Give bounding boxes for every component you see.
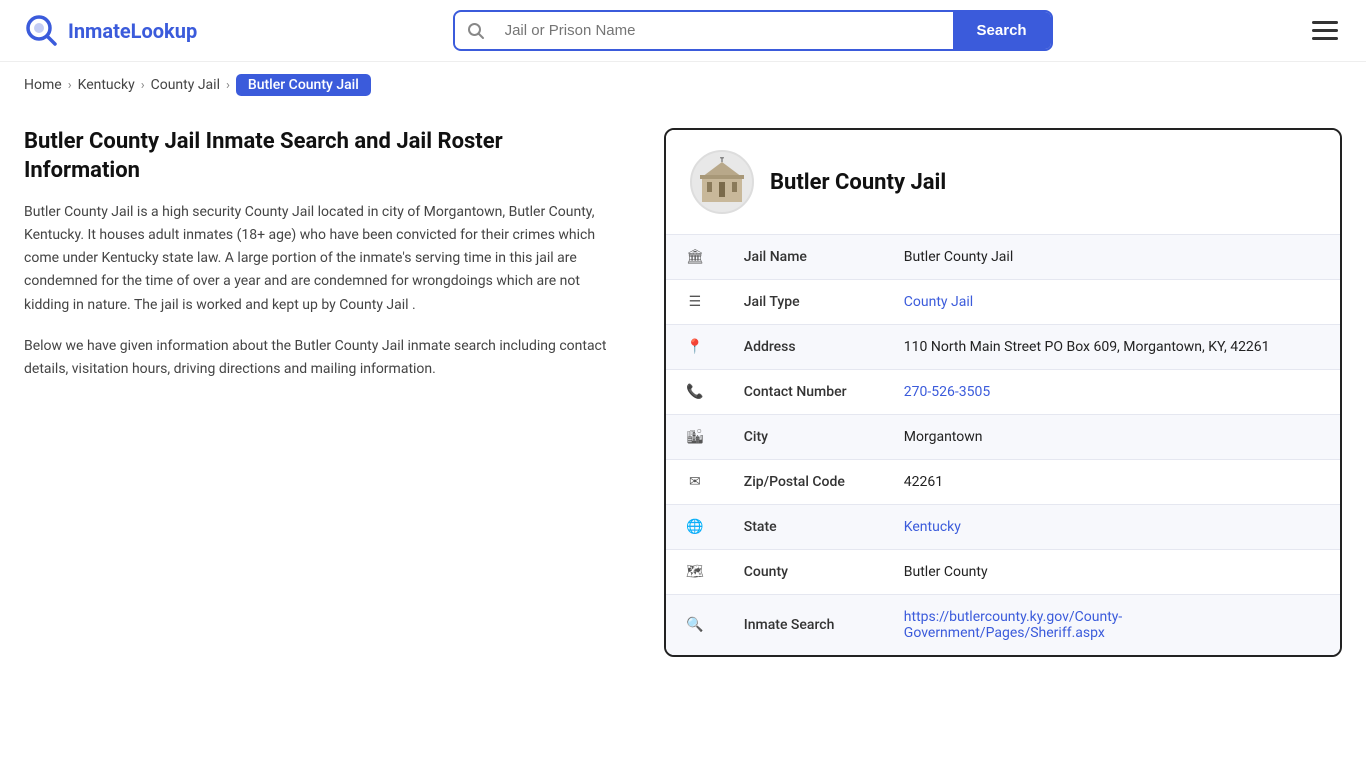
chevron-icon-3: ›: [226, 78, 230, 93]
row-value: 42261: [884, 460, 1340, 505]
row-value: County Jail: [884, 280, 1340, 325]
main-content: Butler County Jail Inmate Search and Jai…: [0, 108, 1366, 697]
table-row: 🔍Inmate Searchhttps://butlercounty.ky.go…: [666, 595, 1340, 656]
info-card: Butler County Jail 🏛Jail NameButler Coun…: [664, 128, 1342, 657]
breadcrumb-current: Butler County Jail: [236, 74, 371, 96]
row-icon: 🏙: [666, 415, 724, 460]
table-row: 📞Contact Number270-526-3505: [666, 370, 1340, 415]
table-row: 🏛Jail NameButler County Jail: [666, 235, 1340, 280]
chevron-icon-1: ›: [68, 78, 72, 93]
right-column: Butler County Jail 🏛Jail NameButler Coun…: [664, 128, 1342, 657]
search-box: Search: [453, 10, 1053, 51]
page-desc-2: Below we have given information about th…: [24, 335, 624, 381]
chevron-icon-2: ›: [141, 78, 145, 93]
page-title: Butler County Jail Inmate Search and Jai…: [24, 128, 624, 185]
table-row: ✉Zip/Postal Code42261: [666, 460, 1340, 505]
info-card-title: Butler County Jail: [770, 170, 946, 195]
row-icon: 📞: [666, 370, 724, 415]
breadcrumb: Home › Kentucky › County Jail › Butler C…: [0, 62, 1366, 108]
site-header: InmateLookup Search: [0, 0, 1366, 62]
row-icon: ✉: [666, 460, 724, 505]
left-column: Butler County Jail Inmate Search and Jai…: [24, 128, 664, 657]
search-area: Search: [453, 10, 1053, 51]
row-value: Morgantown: [884, 415, 1340, 460]
row-label: Jail Name: [724, 235, 884, 280]
breadcrumb-state[interactable]: Kentucky: [78, 77, 135, 93]
page-desc-1: Butler County Jail is a high security Co…: [24, 201, 624, 316]
jail-building-icon: [697, 157, 747, 207]
table-row: 📍Address110 North Main Street PO Box 609…: [666, 325, 1340, 370]
row-label: Zip/Postal Code: [724, 460, 884, 505]
row-label: Contact Number: [724, 370, 884, 415]
breadcrumb-home[interactable]: Home: [24, 77, 62, 93]
row-label: State: [724, 505, 884, 550]
row-value: Butler County: [884, 550, 1340, 595]
table-row: 🗺CountyButler County: [666, 550, 1340, 595]
menu-icon[interactable]: [1308, 17, 1342, 44]
logo-icon: [24, 13, 60, 49]
row-value: Kentucky: [884, 505, 1340, 550]
search-button[interactable]: Search: [953, 12, 1051, 49]
row-value: https://butlercounty.ky.gov/County-Gover…: [884, 595, 1340, 656]
row-label: County: [724, 550, 884, 595]
info-card-header: Butler County Jail: [666, 130, 1340, 235]
jail-avatar: [690, 150, 754, 214]
row-label: Jail Type: [724, 280, 884, 325]
row-icon: 🏛: [666, 235, 724, 280]
search-input[interactable]: [497, 12, 953, 49]
row-label: Inmate Search: [724, 595, 884, 656]
row-icon: 📍: [666, 325, 724, 370]
row-label: Address: [724, 325, 884, 370]
row-value: 270-526-3505: [884, 370, 1340, 415]
site-logo[interactable]: InmateLookup: [24, 13, 197, 49]
row-icon: 🗺: [666, 550, 724, 595]
table-row: 🏙CityMorgantown: [666, 415, 1340, 460]
row-label: City: [724, 415, 884, 460]
search-icon: [455, 14, 497, 48]
logo-text: InmateLookup: [68, 19, 197, 43]
table-row: ☰Jail TypeCounty Jail: [666, 280, 1340, 325]
row-icon: 🔍: [666, 595, 724, 656]
breadcrumb-type[interactable]: County Jail: [151, 77, 220, 93]
row-icon: 🌐: [666, 505, 724, 550]
row-value: Butler County Jail: [884, 235, 1340, 280]
row-icon: ☰: [666, 280, 724, 325]
info-table: 🏛Jail NameButler County Jail☰Jail TypeCo…: [666, 235, 1340, 655]
table-row: 🌐StateKentucky: [666, 505, 1340, 550]
row-value: 110 North Main Street PO Box 609, Morgan…: [884, 325, 1340, 370]
